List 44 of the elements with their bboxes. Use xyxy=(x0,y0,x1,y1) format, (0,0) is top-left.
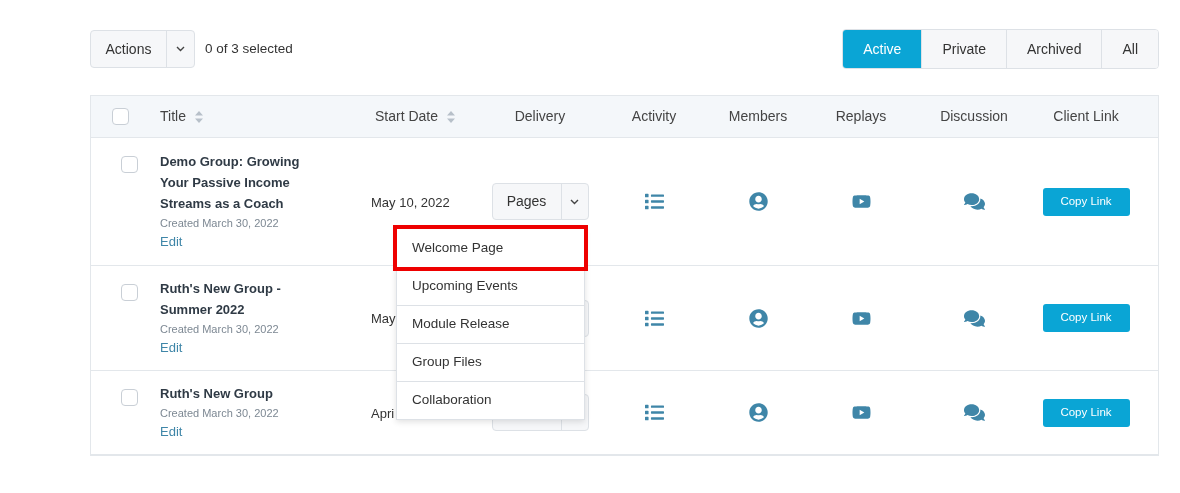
created-date: Created March 30, 2022 xyxy=(160,322,279,337)
chat-icon[interactable] xyxy=(963,307,985,329)
list-icon[interactable] xyxy=(644,192,664,211)
checkbox[interactable] xyxy=(121,389,138,406)
edit-link[interactable]: Edit xyxy=(160,338,183,358)
menu-item[interactable]: Group Files xyxy=(397,343,584,381)
start-date: May xyxy=(371,311,396,326)
column-header: Discussion xyxy=(940,107,1008,126)
edit-link[interactable]: Edit xyxy=(160,232,183,252)
created-date: Created March 30, 2022 xyxy=(160,216,279,231)
start-date: May 10, 2022 xyxy=(371,194,450,210)
column-header: Members xyxy=(728,107,788,126)
menu-item[interactable]: Upcoming Events xyxy=(397,267,584,305)
chat-icon[interactable] xyxy=(963,191,985,212)
column-header: Title xyxy=(160,107,186,126)
filter-tab[interactable]: All xyxy=(1101,30,1158,68)
selection-count: 0 of 3 selected xyxy=(205,39,293,58)
column-header: Client Link xyxy=(1053,107,1119,126)
user-icon[interactable] xyxy=(748,192,768,211)
group-title: Ruth's New Group - Summer 2022 xyxy=(160,280,282,319)
column-header: Activity xyxy=(631,107,677,126)
column-header: Replays xyxy=(835,107,887,126)
group-title: Ruth's New Group xyxy=(160,385,273,403)
video-icon[interactable] xyxy=(851,192,871,211)
column-header: Start Date xyxy=(375,107,439,126)
menu-item[interactable]: Module Release xyxy=(397,305,584,343)
created-date: Created March 30, 2022 xyxy=(160,406,279,421)
chat-icon[interactable] xyxy=(963,402,985,423)
filter-tab[interactable]: Archived xyxy=(1005,30,1102,68)
checkbox[interactable] xyxy=(112,108,129,125)
checkbox[interactable] xyxy=(121,284,138,301)
column-header: Delivery xyxy=(514,107,566,126)
filter-tab[interactable]: Private xyxy=(921,30,1006,68)
group-title: Demo Group: Growing Your Passive Income Streams as a Coach xyxy=(160,153,301,213)
user-icon[interactable] xyxy=(748,308,768,328)
menu-item[interactable]: Collaboration xyxy=(397,381,584,419)
start-date: Apri xyxy=(371,405,395,421)
caret-icon xyxy=(176,46,185,52)
edit-link[interactable]: Edit xyxy=(160,422,183,442)
user-icon[interactable] xyxy=(748,403,768,422)
video-icon[interactable] xyxy=(851,403,871,422)
list-icon[interactable] xyxy=(644,403,664,422)
list-icon[interactable] xyxy=(644,308,664,328)
checkbox[interactable] xyxy=(121,156,138,173)
